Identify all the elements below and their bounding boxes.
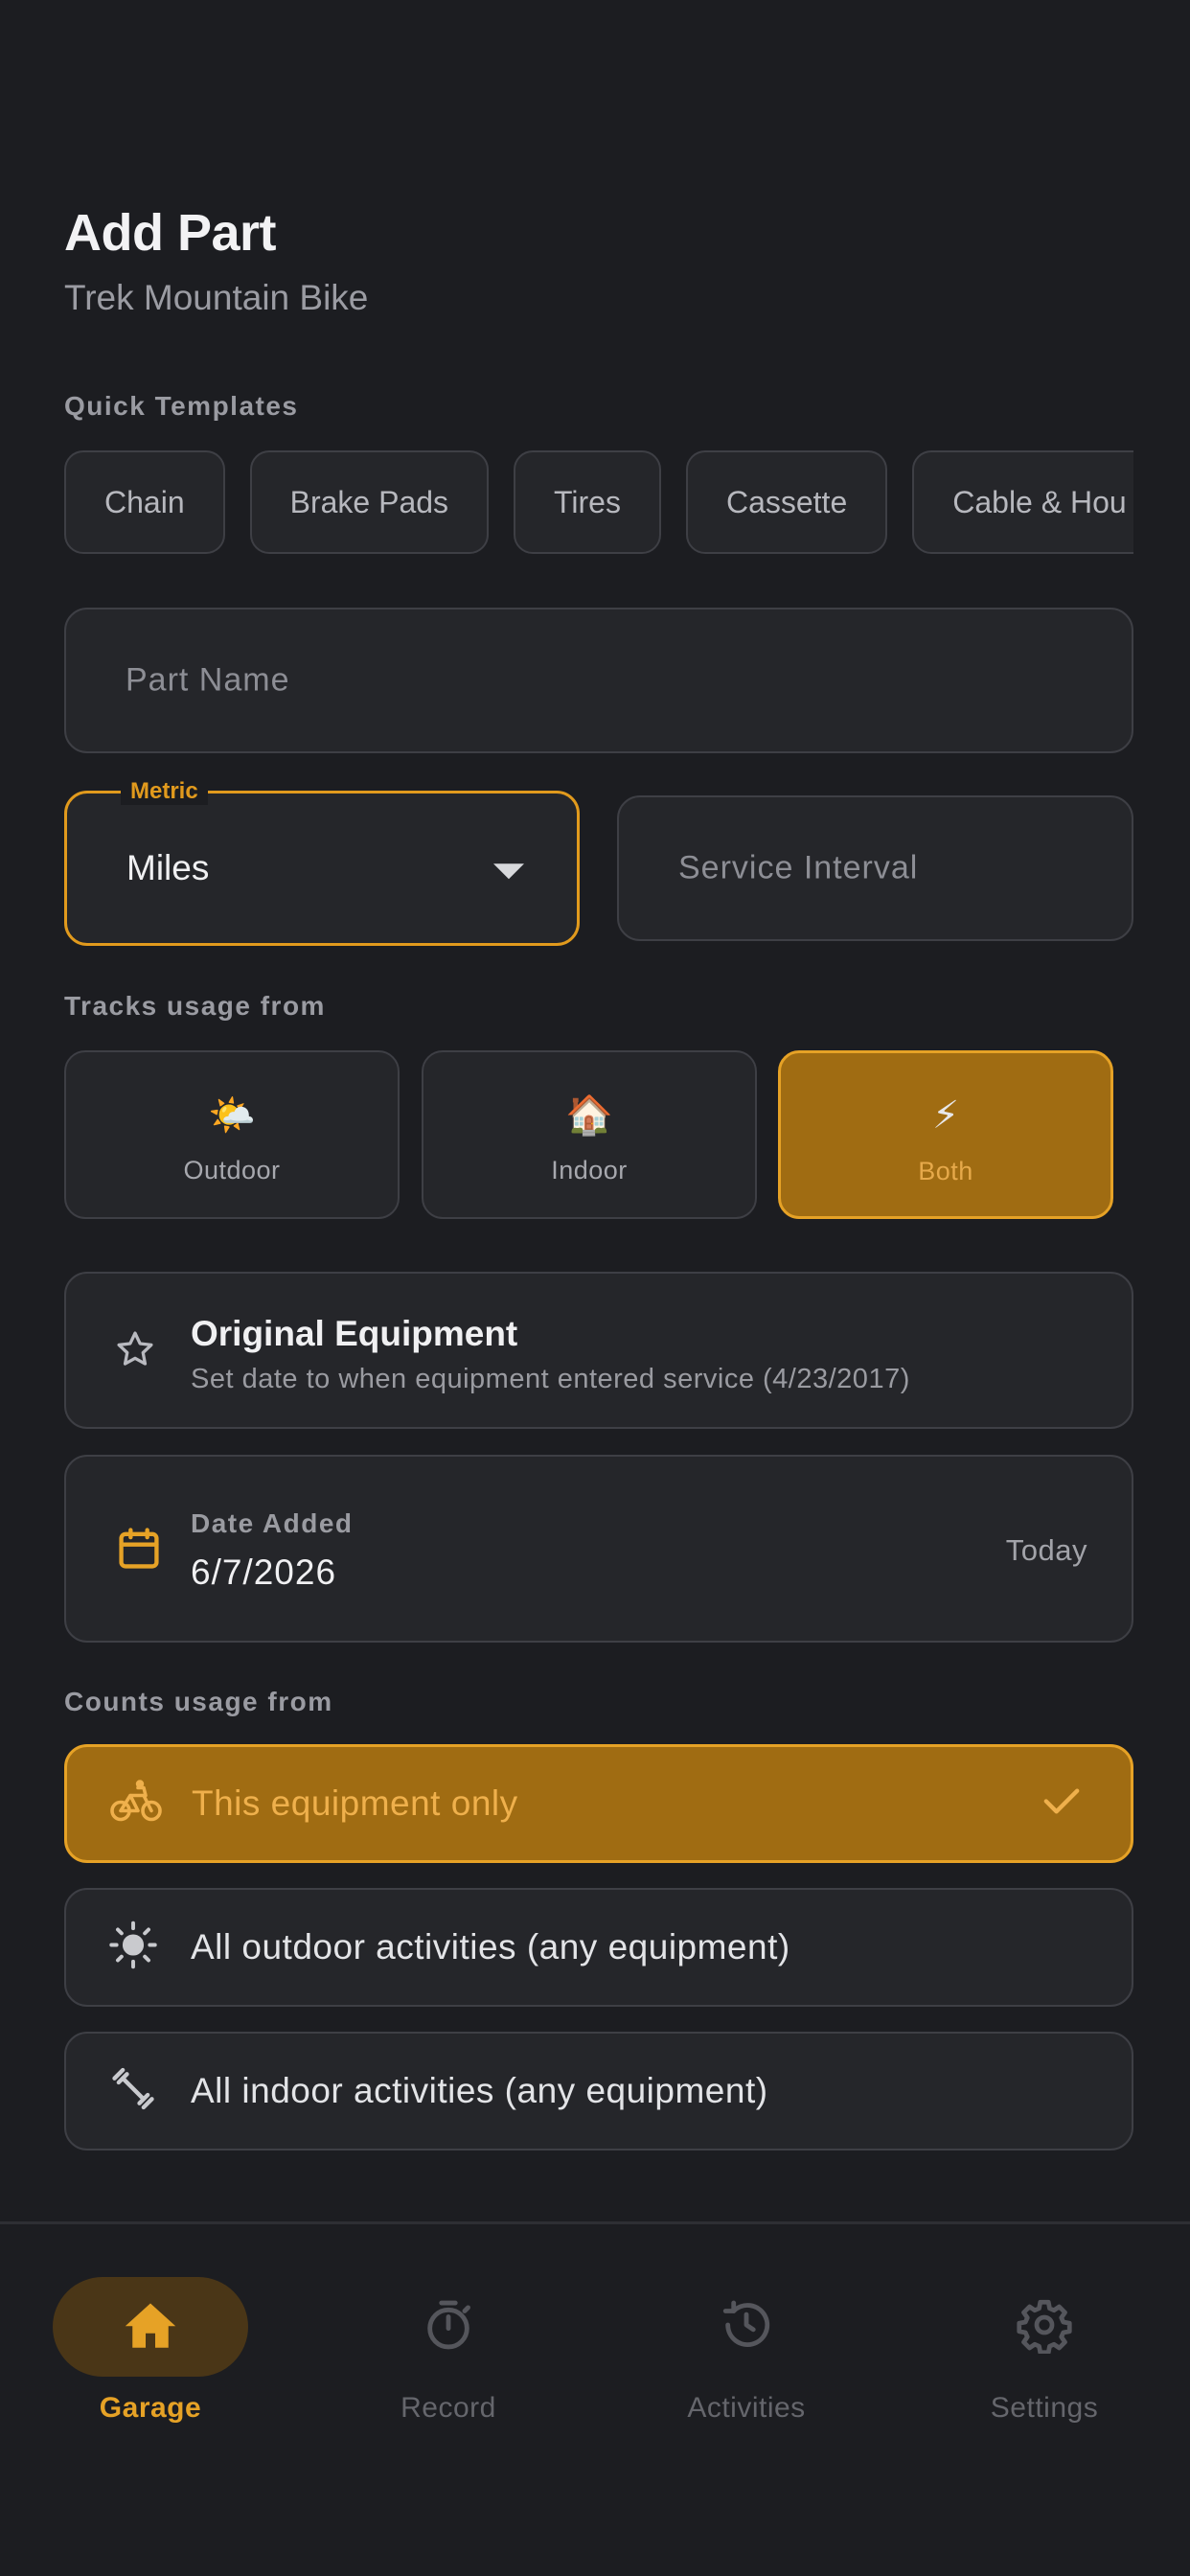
home-icon xyxy=(122,2298,179,2357)
original-equipment-subtitle: Set date to when equipment entered servi… xyxy=(191,1364,910,1394)
track-indoor-label: Indoor xyxy=(551,1156,628,1184)
nav-label: Activities xyxy=(687,2392,806,2424)
track-both-label: Both xyxy=(918,1157,973,1185)
original-equipment-card[interactable]: Original Equipment Set date to when equi… xyxy=(64,1272,1133,1429)
history-icon xyxy=(718,2297,775,2358)
metric-value: Miles xyxy=(126,848,210,887)
template-chip-tires[interactable]: Tires xyxy=(514,450,661,554)
sun-behind-cloud-icon: 🌤️ xyxy=(208,1094,256,1137)
nav-icon-wrap xyxy=(351,2277,546,2377)
nav-activities[interactable]: Activities xyxy=(598,2224,895,2445)
nav-icon-wrap xyxy=(947,2277,1142,2377)
nav-active-indicator xyxy=(53,2277,248,2377)
track-outdoor-label: Outdoor xyxy=(183,1156,281,1184)
house-icon: 🏠 xyxy=(565,1094,613,1137)
counts-option-outdoor[interactable]: All outdoor activities (any equipment) xyxy=(64,1888,1133,2007)
nav-record[interactable]: Record xyxy=(300,2224,597,2445)
template-chip-brake-pads[interactable]: Brake Pads xyxy=(249,450,490,554)
template-chip-chain[interactable]: Chain xyxy=(64,450,225,554)
service-interval-placeholder: Service Interval xyxy=(678,849,919,886)
add-part-screen: Add Part Trek Mountain Bike Quick Templa… xyxy=(0,0,1190,2576)
page-subtitle: Trek Mountain Bike xyxy=(64,278,369,317)
nav-garage[interactable]: Garage xyxy=(2,2224,299,2445)
metric-label: Metric xyxy=(121,778,208,805)
stopwatch-icon xyxy=(421,2297,476,2358)
today-button[interactable]: Today xyxy=(1006,1533,1087,1568)
check-icon xyxy=(1041,1784,1083,1824)
part-name-placeholder: Part Name xyxy=(126,661,290,699)
tracks-usage-label: Tracks usage from xyxy=(64,991,326,1021)
track-both-button[interactable]: ⚡ Both xyxy=(778,1050,1113,1219)
counts-usage-label: Counts usage from xyxy=(64,1687,333,1716)
calendar-icon xyxy=(114,1523,164,1579)
counts-option-label: This equipment only xyxy=(192,1783,518,1823)
service-interval-input[interactable]: Service Interval xyxy=(617,795,1133,941)
template-chips: Chain Brake Pads Tires Cassette Cable & … xyxy=(64,450,1133,556)
track-indoor-button[interactable]: 🏠 Indoor xyxy=(422,1050,757,1219)
bottom-navigation: Garage Record Activities Settings xyxy=(0,2221,1190,2576)
nav-icon-wrap xyxy=(649,2277,844,2377)
template-chip-cable-housing[interactable]: Cable & Hou xyxy=(912,450,1133,554)
nav-settings[interactable]: Settings xyxy=(896,2224,1190,2445)
date-added-value: 6/7/2026 xyxy=(191,1552,337,1592)
part-name-input[interactable]: Part Name xyxy=(64,608,1133,753)
page-title: Add Part xyxy=(64,204,277,262)
template-chip-cassette[interactable]: Cassette xyxy=(685,450,888,554)
track-outdoor-button[interactable]: 🌤️ Outdoor xyxy=(64,1050,400,1219)
nav-label: Settings xyxy=(990,2392,1099,2424)
counts-option-indoor[interactable]: All indoor activities (any equipment) xyxy=(64,2032,1133,2150)
quick-templates-label: Quick Templates xyxy=(64,391,299,421)
dumbbell-icon xyxy=(108,2064,158,2119)
lightning-icon: ⚡ xyxy=(931,1094,960,1137)
nav-label: Garage xyxy=(99,2392,202,2424)
metric-select[interactable]: Metric Miles xyxy=(64,778,580,946)
counts-option-this-equipment[interactable]: This equipment only xyxy=(64,1744,1133,1863)
gear-icon xyxy=(1016,2296,1073,2358)
sun-icon xyxy=(108,1920,158,1975)
counts-option-label: All indoor activities (any equipment) xyxy=(191,2071,768,2110)
original-equipment-title: Original Equipment xyxy=(191,1314,518,1353)
date-added-card[interactable]: Date Added 6/7/2026 Today xyxy=(64,1455,1133,1643)
chevron-down-icon xyxy=(493,863,524,880)
nav-label: Record xyxy=(400,2392,496,2424)
star-icon xyxy=(114,1328,156,1375)
counts-option-label: All outdoor activities (any equipment) xyxy=(191,1927,790,1966)
date-added-label: Date Added xyxy=(191,1508,354,1538)
bike-icon xyxy=(109,1779,163,1829)
